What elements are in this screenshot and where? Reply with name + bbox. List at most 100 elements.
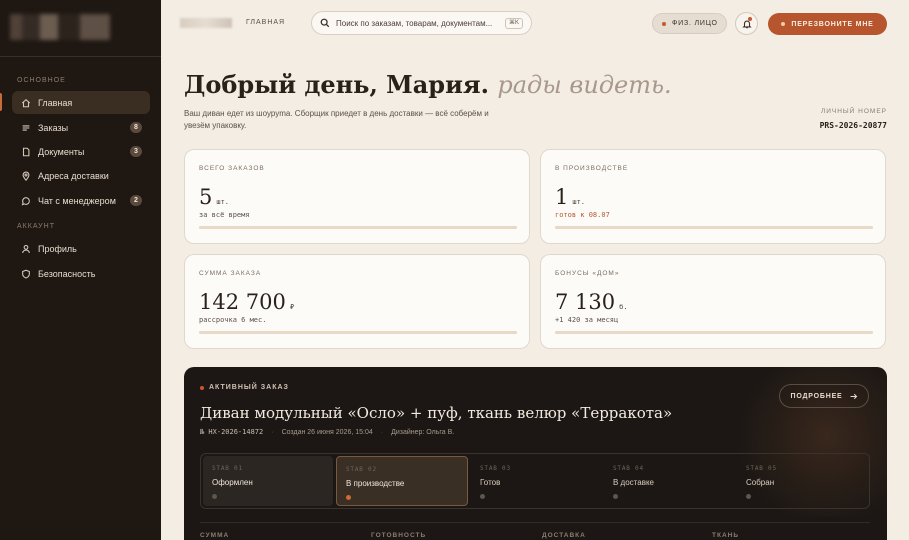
card-label: СУММА ЗАКАЗА <box>199 270 262 277</box>
stage-code: STAB 04 <box>613 465 644 472</box>
stage-name: Собран <box>746 478 775 487</box>
card-value: 7 130 б. <box>555 290 628 314</box>
chat-icon <box>20 195 31 206</box>
page-title: Добрый день, Мария. рады видеть. <box>184 70 672 99</box>
card-sub: за всё время <box>199 211 250 219</box>
account-number-label: ЛИЧНЫЙ НОМЕР <box>820 108 887 115</box>
search-input[interactable]: Поиск по заказам, товарам, документам...… <box>311 11 532 35</box>
greeting-accent: рады видеть. <box>497 71 672 99</box>
card-sub: рассрочка 6 мес. <box>199 316 267 324</box>
card-unit: б. <box>619 303 628 311</box>
stage-name: Оформлен <box>212 478 253 487</box>
card-label: БОНУСЫ «ДОМ» <box>555 270 620 277</box>
card-progress-fill <box>199 331 517 334</box>
greeting-main: Добрый день, Мария. <box>184 70 489 99</box>
card-value: 1 шт. <box>555 185 585 209</box>
card-unit: шт. <box>216 198 230 206</box>
breadcrumb: ГЛАВНАЯ <box>246 19 286 26</box>
person-type-label: ФИЗ. ЛИЦО <box>672 20 718 27</box>
sidebar-item-documents[interactable]: Документы 3 <box>12 140 150 163</box>
stage-dot <box>346 495 351 500</box>
sidebar-item-label: Профиль <box>38 243 77 254</box>
stage-5[interactable]: STAB 05 Собран <box>737 456 867 506</box>
footer-label-sum: СУММА <box>200 532 230 539</box>
list-icon <box>20 122 31 133</box>
order-details-button[interactable]: ПОДРОБНЕЕ <box>779 384 869 408</box>
card-progress-fill <box>555 331 873 334</box>
stage-code: STAB 03 <box>480 465 511 472</box>
stage-dot <box>480 494 485 499</box>
sidebar-item-profile[interactable]: Профиль <box>12 237 150 260</box>
sidebar-item-chat[interactable]: Чат с менеджером 2 <box>12 189 150 212</box>
card-sub: готов к 08.07 <box>555 211 610 219</box>
active-order-tag: АКТИВНЫЙ ЗАКАЗ <box>200 384 289 391</box>
search-shortcut: ⌘K <box>504 18 523 29</box>
sidebar-item-addresses[interactable]: Адреса доставки <box>12 164 150 187</box>
stat-card-in-production[interactable]: В ПРОИЗВОДСТВЕ 1 шт. готов к 08.07 <box>540 149 886 244</box>
order-title: Диван модульный «Осло» + пуф, ткань велю… <box>200 404 673 422</box>
card-value: 5 шт. <box>199 185 229 209</box>
card-value-number: 5 <box>199 185 213 209</box>
card-unit: шт. <box>572 198 586 206</box>
card-label: В ПРОИЗВОДСТВЕ <box>555 165 629 172</box>
card-value-number: 7 130 <box>555 290 616 314</box>
stage-3[interactable]: STAB 03 Готов <box>471 456 601 506</box>
chat-count-badge: 2 <box>130 195 142 206</box>
card-progress <box>199 226 517 229</box>
active-nav-marker <box>0 93 2 111</box>
order-stages: STAB 01 Оформлен STAB 02 В производстве … <box>200 453 870 509</box>
stat-card-order-sum[interactable]: СУММА ЗАКАЗА 142 700 ₽ рассрочка 6 мес. <box>184 254 530 349</box>
sidebar-item-label: Адреса доставки <box>38 170 109 181</box>
topbar-brand-blur <box>180 18 232 28</box>
stat-card-bonuses[interactable]: БОНУСЫ «ДОМ» 7 130 б. +1 420 за месяц <box>540 254 886 349</box>
stage-code: STAB 02 <box>346 466 377 473</box>
stage-dot <box>746 494 751 499</box>
sidebar-item-label: Документы <box>38 146 85 157</box>
location-pin-icon <box>20 170 31 181</box>
logo[interactable] <box>10 14 110 40</box>
order-designer: Дизайнер: Ольга В. <box>391 428 455 436</box>
order-details-label: ПОДРОБНЕЕ <box>790 392 843 400</box>
card-value: 142 700 ₽ <box>199 290 294 314</box>
order-created: Создан 26 июня 2026, 15:04 <box>281 428 373 436</box>
stage-2[interactable]: STAB 02 В производстве <box>336 456 468 506</box>
stage-4[interactable]: STAB 04 В доставке <box>604 456 734 506</box>
footer-label-readiness: ГОТОВНОСТЬ <box>371 532 427 539</box>
user-icon <box>20 243 31 254</box>
stage-code: STAB 01 <box>212 465 243 472</box>
sidebar-item-label: Безопасность <box>38 268 96 279</box>
sidebar-item-label: Главная <box>38 97 73 108</box>
shield-icon <box>20 268 31 279</box>
home-icon <box>20 97 31 108</box>
footer-label-fabric: ТКАНЬ <box>712 532 739 539</box>
person-type-switch[interactable]: ФИЗ. ЛИЦО <box>652 13 727 34</box>
card-progress <box>199 331 517 334</box>
sidebar-item-label: Чат с менеджером <box>38 195 116 206</box>
sidebar-item-label: Заказы <box>38 122 69 133</box>
nav-section-account: АККАУНТ <box>17 223 55 230</box>
document-icon <box>20 146 31 157</box>
stat-card-total-orders[interactable]: ВСЕГО ЗАКАЗОВ 5 шт. за всё время <box>184 149 530 244</box>
active-order-panel: АКТИВНЫЙ ЗАКАЗ Диван модульный «Осло» + … <box>184 367 887 540</box>
card-progress <box>555 331 873 334</box>
notifications-button[interactable] <box>735 12 758 35</box>
callback-button[interactable]: ПЕРЕЗВОНИТЕ МНЕ <box>768 13 887 35</box>
stage-1[interactable]: STAB 01 Оформлен <box>203 456 333 506</box>
stage-code: STAB 05 <box>746 465 777 472</box>
footer-label-delivery: ДОСТАВКА <box>542 532 586 539</box>
active-order-tag-label: АКТИВНЫЙ ЗАКАЗ <box>209 384 289 391</box>
sidebar-item-orders[interactable]: Заказы 8 <box>12 116 150 139</box>
card-progress-fill <box>555 226 873 229</box>
sidebar: ОСНОВНОЕ Главная Заказы 8 Документы 3 Ад… <box>0 0 161 540</box>
sidebar-item-home[interactable]: Главная <box>12 91 150 114</box>
greeting-subtext: Ваш диван едет из шоуруma. Сборщик приед… <box>184 109 489 130</box>
orders-count-badge: 8 <box>130 122 142 133</box>
card-progress <box>555 226 873 229</box>
card-value-number: 142 700 <box>199 290 286 314</box>
card-progress-fill <box>199 226 517 229</box>
account-number-value: PRS-2026-20877 <box>819 121 887 130</box>
arrow-right-icon <box>850 393 857 399</box>
sidebar-item-security[interactable]: Безопасность <box>12 262 150 285</box>
stage-dot <box>212 494 217 499</box>
callback-label: ПЕРЕЗВОНИТЕ МНЕ <box>791 20 874 28</box>
